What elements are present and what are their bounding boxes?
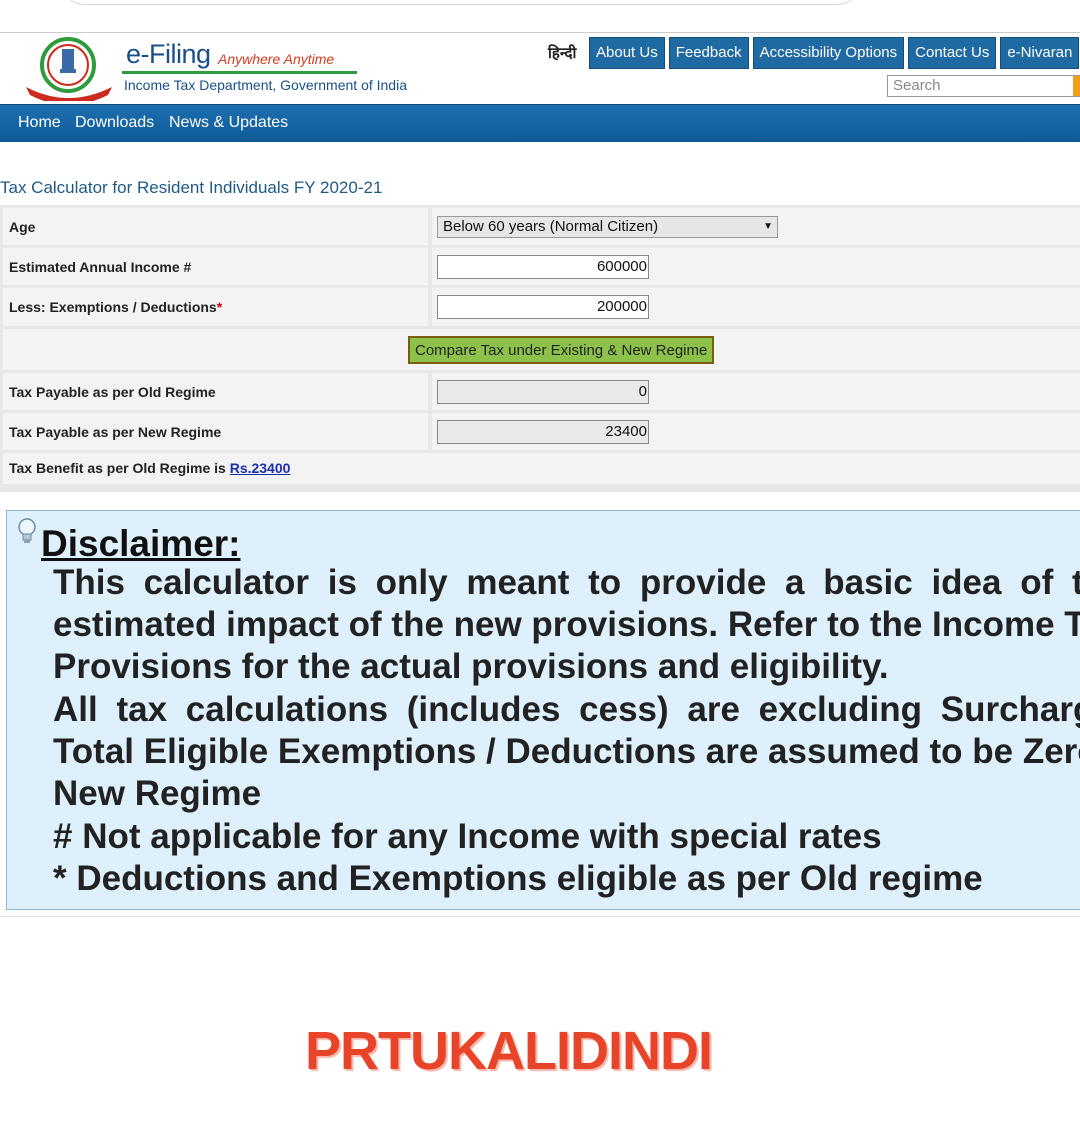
page-title: Tax Calculator for Resident Individuals … — [0, 178, 383, 197]
disclaimer-box: Disclaimer: This calculator is only mean… — [6, 510, 1080, 910]
disclaimer-line-6: New Regime — [53, 774, 262, 813]
compare-row: Compare Tax under Existing & New Regime — [3, 329, 1080, 370]
benefit-row: Tax Benefit as per Old Regime is Rs.2340… — [3, 453, 1080, 484]
main-navigation: Home Downloads News & Updates — [0, 104, 1080, 142]
nav-item-home[interactable]: Home — [18, 105, 61, 142]
age-label: Age — [3, 208, 428, 245]
deductions-label-text: Less: Exemptions / Deductions — [9, 299, 217, 315]
top-link-e-nivaran[interactable]: e-Nivaran — [1000, 37, 1080, 69]
hindi-language-link[interactable]: हिन्दी — [548, 43, 576, 63]
compare-tax-button[interactable]: Compare Tax under Existing & New Regime — [408, 336, 715, 364]
browser-url-bar-edge — [60, 0, 862, 5]
deductions-row: Less: Exemptions / Deductions * 200000 — [3, 288, 1080, 326]
watermark-text: PRTUKALIDINDI — [305, 1021, 713, 1081]
disclaimer-line-8: * Deductions and Exemptions eligible as … — [53, 859, 983, 898]
required-marker: * — [216, 299, 223, 315]
brand-divider — [122, 71, 357, 74]
tax-calculator-form: Age Below 60 years (Normal Citizen) ▼ Es… — [0, 205, 1080, 492]
disclaimer-line-1: This calculator is only meant to provide… — [53, 563, 1080, 602]
disclaimer-line-5: Total Eligible Exemptions / Deductions a… — [53, 732, 1080, 771]
income-input[interactable]: 600000 — [437, 255, 649, 279]
age-select-value: Below 60 years (Normal Citizen) — [443, 218, 659, 235]
income-row: Estimated Annual Income # 600000 — [3, 248, 1080, 285]
income-tax-emblem-logo[interactable] — [22, 37, 118, 101]
age-row: Age Below 60 years (Normal Citizen) ▼ — [3, 208, 1080, 245]
disclaimer-line-2: estimated impact of the new provisions. … — [53, 605, 1080, 644]
search-button[interactable] — [1073, 76, 1080, 96]
site-header: e-Filing Anywhere Anytime Income Tax Dep… — [0, 32, 1080, 105]
disclaimer-line-7: # Not applicable for any Income with spe… — [53, 817, 882, 856]
old-regime-value: 0 — [437, 380, 649, 404]
search-input[interactable]: Search — [887, 75, 1080, 97]
brand-tagline: Anywhere Anytime — [218, 51, 335, 67]
nav-item-downloads[interactable]: Downloads — [75, 105, 154, 142]
nav-item-news-updates[interactable]: News & Updates — [169, 105, 288, 142]
old-regime-row: Tax Payable as per Old Regime 0 — [3, 373, 1080, 410]
top-link-contact-us[interactable]: Contact Us — [908, 37, 997, 69]
age-select[interactable]: Below 60 years (Normal Citizen) ▼ — [437, 216, 778, 238]
benefit-label: Tax Benefit as per Old Regime is — [9, 460, 226, 476]
brand-department: Income Tax Department, Government of Ind… — [124, 77, 407, 93]
new-regime-label: Tax Payable as per New Regime — [3, 413, 428, 450]
income-label: Estimated Annual Income # — [3, 248, 428, 285]
disclaimer-line-3: Provisions for the actual provisions and… — [53, 647, 889, 686]
deductions-input[interactable]: 200000 — [437, 295, 649, 319]
new-regime-row: Tax Payable as per New Regime 23400 — [3, 413, 1080, 450]
top-link-accessibility[interactable]: Accessibility Options — [752, 37, 905, 69]
disclaimer-title: Disclaimer: — [41, 523, 241, 564]
top-links: About Us Feedback Accessibility Options … — [589, 37, 1080, 69]
brand-name: e-Filing — [126, 39, 211, 69]
deductions-label: Less: Exemptions / Deductions * — [3, 288, 428, 326]
benefit-amount-link[interactable]: Rs.23400 — [230, 460, 291, 476]
lightbulb-icon — [18, 518, 36, 543]
top-link-feedback[interactable]: Feedback — [668, 37, 749, 69]
old-regime-label: Tax Payable as per Old Regime — [3, 373, 428, 410]
new-regime-value: 23400 — [437, 420, 649, 444]
content-divider — [0, 916, 1080, 917]
disclaimer-line-4: All tax calculations (includes cess) are… — [53, 690, 1080, 729]
chevron-down-icon: ▼ — [763, 221, 773, 232]
top-link-about-us[interactable]: About Us — [589, 37, 665, 69]
